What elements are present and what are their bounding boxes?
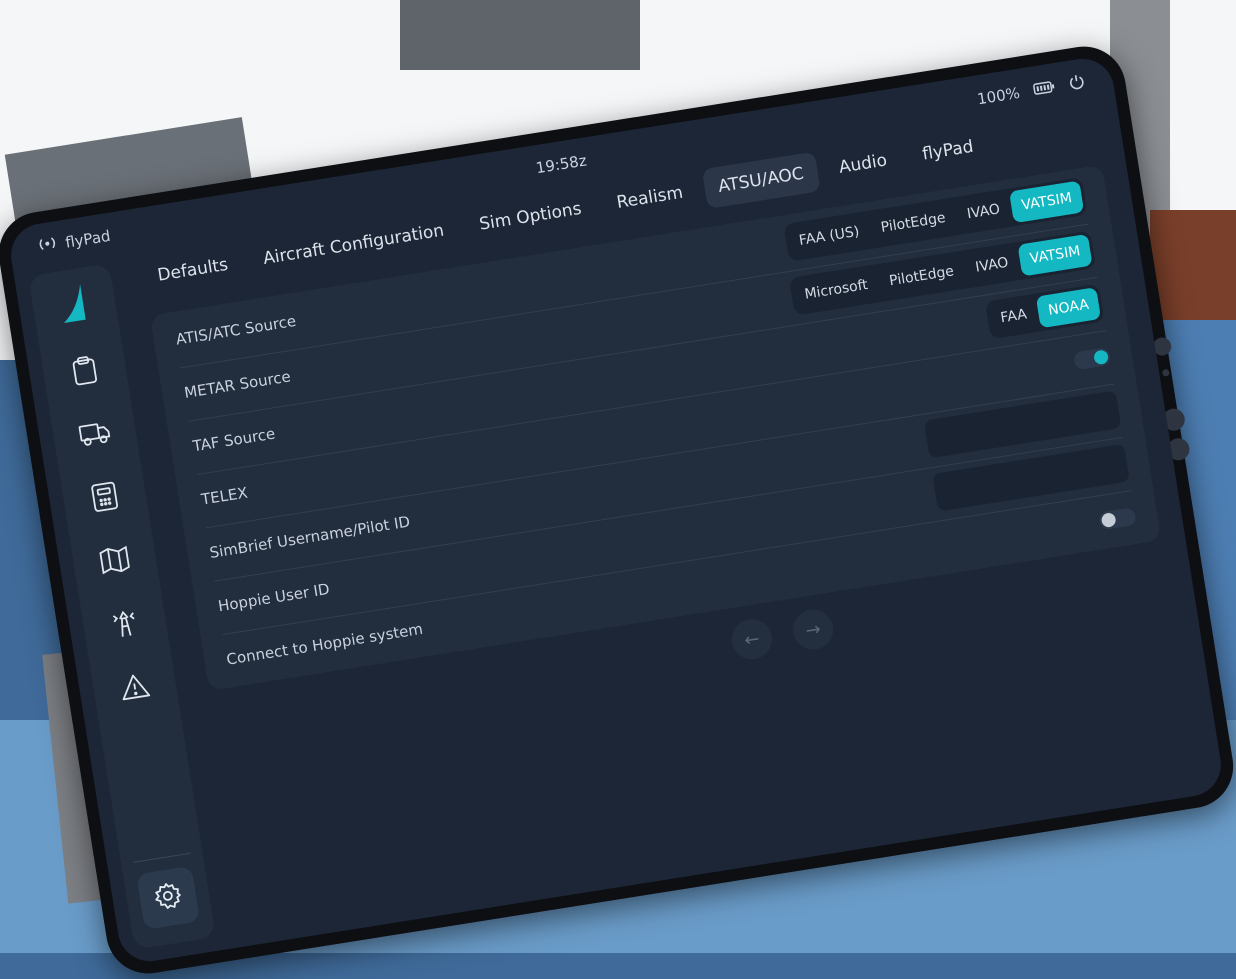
dashboard-logo[interactable]: [54, 281, 94, 326]
hoppie-connect-label: Connect to Hoppie system: [225, 619, 425, 669]
checklist-icon[interactable]: [57, 343, 112, 398]
battery-percent: 100%: [975, 83, 1022, 109]
gear-icon: [152, 880, 185, 916]
pager: ← →: [729, 606, 837, 663]
taf-label: TAF Source: [191, 424, 277, 456]
previous-page-button[interactable]: ←: [729, 616, 775, 663]
ground-truck-icon[interactable]: [67, 406, 122, 461]
warning-icon[interactable]: [107, 659, 162, 714]
metar-option-pilotedge[interactable]: PilotEdge: [877, 254, 966, 299]
status-right: 100%: [976, 73, 1087, 110]
atis-option-vatsim[interactable]: VATSIM: [1009, 180, 1085, 224]
metar-label: METAR Source: [182, 367, 292, 402]
window-frame-top: [400, 0, 640, 70]
cockpit-sill: [1150, 210, 1236, 320]
battery-icon: [1032, 78, 1057, 99]
next-page-button[interactable]: →: [790, 606, 837, 653]
taf-option-noaa[interactable]: NOAA: [1036, 287, 1102, 329]
hoppie-connect-toggle[interactable]: [1098, 506, 1137, 531]
taf-option-faa[interactable]: FAA: [988, 297, 1039, 336]
settings-button[interactable]: [136, 865, 201, 930]
calculator-icon[interactable]: [77, 469, 132, 524]
atis-option-ivao[interactable]: IVAO: [955, 192, 1013, 232]
toggle-knob: [1093, 349, 1110, 366]
atc-tower-icon[interactable]: [97, 596, 152, 651]
telex-label: TELEX: [199, 483, 249, 509]
tab-realism[interactable]: Realism: [600, 171, 700, 225]
sidebar-divider: [133, 852, 191, 863]
atis-label: ATIS/ATC Source: [174, 311, 298, 349]
metar-option-vatsim[interactable]: VATSIM: [1017, 233, 1093, 277]
atis-option-pilotedge[interactable]: PilotEdge: [869, 201, 958, 246]
map-icon[interactable]: [87, 533, 142, 588]
telex-toggle[interactable]: [1072, 346, 1112, 371]
hoppie-user-label: Hoppie User ID: [216, 579, 331, 616]
settings-content: Defaults Aircraft Configuration Sim Opti…: [125, 106, 1209, 934]
atis-option-faa-us[interactable]: FAA (US): [787, 214, 872, 258]
tab-audio[interactable]: Audio: [822, 138, 904, 189]
tab-defaults[interactable]: Defaults: [141, 243, 245, 298]
metar-option-microsoft[interactable]: Microsoft: [792, 267, 880, 312]
power-icon[interactable]: [1068, 73, 1087, 95]
tab-flypad[interactable]: flyPad: [905, 125, 990, 177]
toggle-knob: [1100, 512, 1117, 529]
metar-option-ivao[interactable]: IVAO: [963, 245, 1021, 285]
flypad-screen: flyPad 19:58z 100% Defaults Aircraft Con…: [6, 54, 1226, 966]
tablet-led: [1161, 368, 1170, 377]
